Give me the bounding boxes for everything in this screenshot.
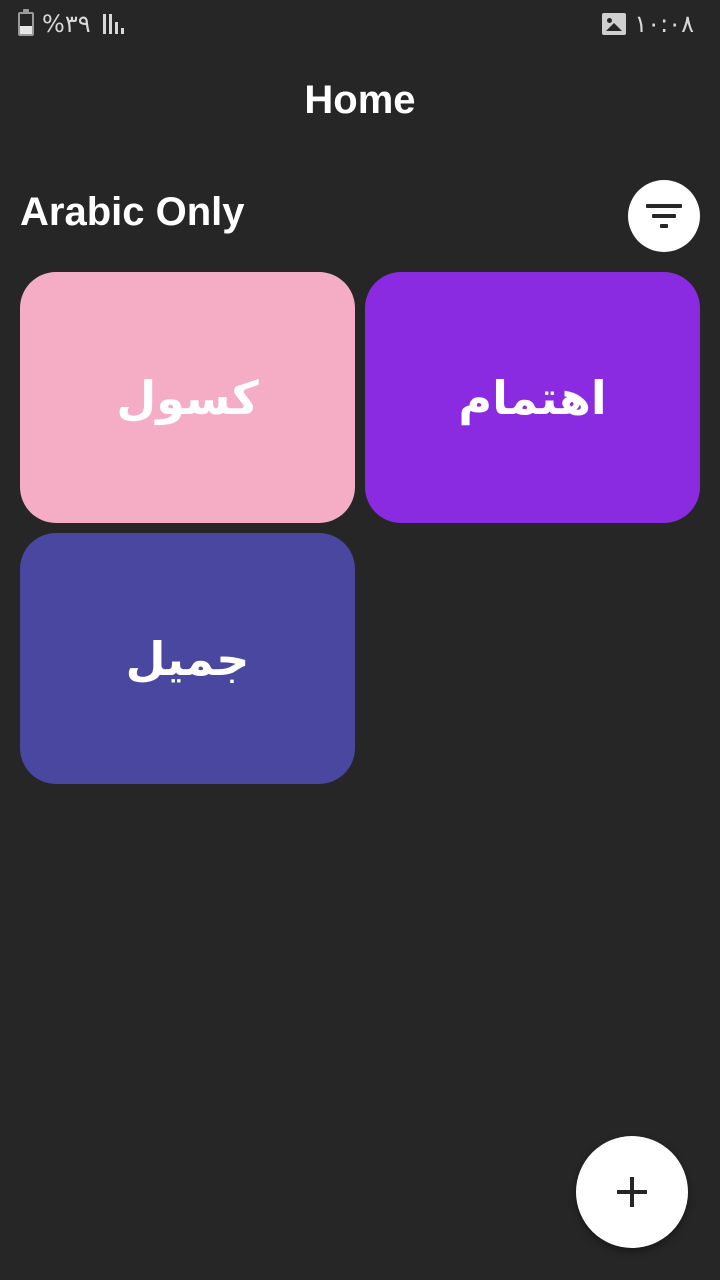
word-card-label: جميل — [125, 631, 250, 686]
status-left: %٣٩ — [18, 9, 124, 38]
signal-icon — [102, 14, 124, 34]
filter-button[interactable] — [628, 180, 700, 252]
battery-icon — [18, 9, 34, 36]
add-button[interactable] — [576, 1136, 688, 1248]
home-screen: %٣٩ ١٠:٠٨ Home Arabic Only كسول اهتمام ج… — [0, 0, 720, 1280]
filter-icon — [646, 204, 682, 228]
status-time: ١٠:٠٨ — [634, 10, 694, 38]
status-right: ١٠:٠٨ — [602, 10, 694, 38]
word-card[interactable]: كسول — [20, 272, 355, 523]
status-bar: %٣٩ ١٠:٠٨ — [0, 0, 720, 48]
word-card-label: اهتمام — [458, 370, 607, 425]
image-icon — [602, 13, 627, 35]
page-title: Home — [304, 78, 416, 122]
word-card[interactable]: جميل — [20, 533, 355, 784]
plus-icon — [617, 1177, 647, 1207]
battery-percentage: %٣٩ — [42, 10, 91, 38]
word-card[interactable]: اهتمام — [365, 272, 700, 523]
section-title: Arabic Only — [20, 190, 245, 234]
word-card-label: كسول — [116, 370, 259, 425]
